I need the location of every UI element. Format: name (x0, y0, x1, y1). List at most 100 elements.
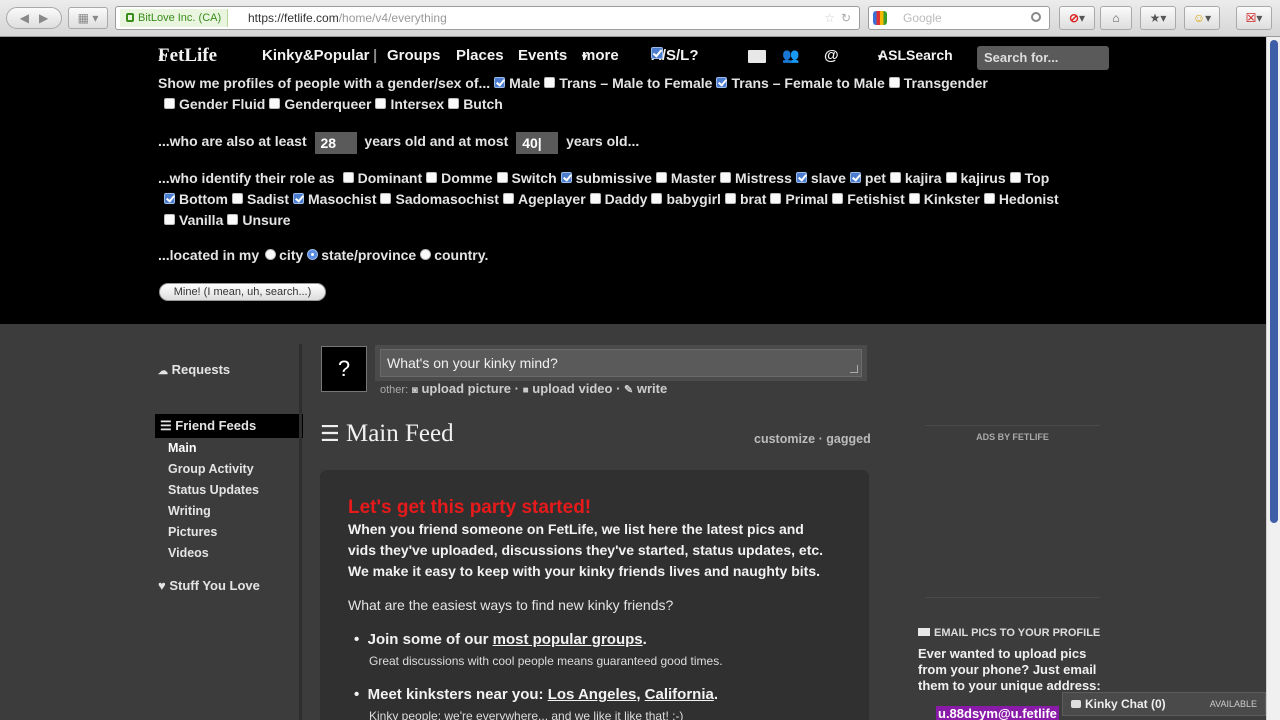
role-option-fetishist[interactable]: Fetishist (832, 191, 905, 207)
checkbox[interactable] (716, 77, 728, 88)
bookmark-star-icon[interactable]: ☆ (824, 7, 835, 29)
nav-places[interactable]: Places (456, 47, 504, 64)
chat-status[interactable]: AVAILABLE (1210, 699, 1257, 709)
role-option-master[interactable]: Master (655, 170, 716, 186)
browser-search-bar[interactable]: Google (868, 6, 1050, 30)
role-option-dominant[interactable]: Dominant (342, 170, 422, 186)
gender-option-butch[interactable]: Butch (448, 96, 503, 112)
checkbox[interactable] (227, 214, 239, 225)
checkbox[interactable] (375, 98, 387, 109)
nav-groups[interactable]: Groups (387, 47, 440, 64)
location-option-country[interactable]: country. (420, 247, 488, 263)
checkbox[interactable] (448, 98, 460, 109)
checkbox[interactable] (651, 193, 663, 204)
gender-option-male[interactable]: Male (494, 75, 540, 91)
checkbox[interactable] (832, 193, 844, 204)
radio-button[interactable] (307, 249, 319, 260)
nav-at[interactable]: @ (824, 47, 839, 64)
state-link[interactable]: California (645, 686, 714, 703)
checkbox[interactable] (544, 77, 556, 88)
certificate-badge[interactable]: BitLove Inc. (CA) (120, 9, 229, 27)
checkbox[interactable] (849, 172, 861, 183)
checkbox[interactable] (724, 193, 736, 204)
checkbox[interactable] (908, 193, 920, 204)
url-bar[interactable]: BitLove Inc. (CA) https://fetlife.com/ho… (115, 6, 860, 30)
popular-groups-link[interactable]: most popular groups (493, 631, 643, 648)
sidebar-item-videos[interactable]: Videos (168, 546, 209, 560)
nav-kinky-popular[interactable]: Kinky&Popular (262, 47, 370, 64)
adblock-button[interactable]: ⊘▾ (1059, 6, 1095, 30)
sidebar-item-pictures[interactable]: Pictures (168, 525, 217, 539)
upload-video-link[interactable]: upload video (532, 381, 612, 396)
checkbox[interactable] (502, 193, 514, 204)
sidebar-requests[interactable]: ☁ Requests (158, 362, 230, 377)
checkbox[interactable] (164, 214, 175, 225)
back-forward-buttons[interactable]: ◀ ▶ (6, 7, 62, 29)
role-option-bottom[interactable]: Bottom (164, 191, 228, 207)
kinky-chat-bar[interactable]: Kinky Chat (0) AVAILABLE (1062, 692, 1266, 716)
sidebar-item-main[interactable]: Main (168, 441, 196, 455)
role-option-masochist[interactable]: Masochist (293, 191, 376, 207)
checkbox[interactable] (426, 172, 438, 183)
checkbox[interactable] (770, 193, 782, 204)
checkbox[interactable] (589, 193, 601, 204)
role-option-unsure[interactable]: Unsure (227, 212, 291, 228)
mail-icon[interactable] (748, 50, 766, 63)
vertical-scrollbar[interactable] (1266, 37, 1280, 720)
tools-button[interactable]: ☒▾ (1236, 6, 1272, 30)
role-option-top[interactable]: Top (1009, 170, 1049, 186)
city-link[interactable]: Los Angeles (548, 686, 637, 703)
checkbox[interactable] (889, 172, 901, 183)
customize-link[interactable]: customize (754, 432, 815, 446)
role-option-slave[interactable]: slave (795, 170, 846, 186)
age-max-input[interactable]: 40| (516, 132, 559, 154)
resize-grip-icon[interactable] (850, 365, 858, 373)
checkbox[interactable] (560, 172, 572, 183)
avatar[interactable]: ? (321, 346, 367, 392)
site-search-input[interactable]: Search for... (977, 46, 1109, 70)
age-min-input[interactable]: 28 (314, 132, 357, 154)
url-text[interactable]: https://fetlife.com/home/v4/everything (248, 7, 447, 29)
role-option-sadist[interactable]: Sadist (232, 191, 289, 207)
gender-option-trans-male-to-female[interactable]: Trans – Male to Female (544, 75, 712, 91)
checkbox[interactable] (655, 172, 667, 183)
role-option-ageplayer[interactable]: Ageplayer (502, 191, 586, 207)
checkbox[interactable] (888, 77, 900, 88)
checkbox[interactable] (983, 193, 995, 204)
checkbox[interactable] (164, 98, 175, 109)
sidebar-item-writing[interactable]: Writing (168, 504, 211, 518)
role-option-kajirus[interactable]: kajirus (945, 170, 1006, 186)
sidebar-item-group-activity[interactable]: Group Activity (168, 462, 254, 476)
sidebar-item-status-updates[interactable]: Status Updates (168, 483, 259, 497)
tabs-menu-button[interactable]: ▦ ▾ (68, 7, 108, 29)
role-option-submissive[interactable]: submissive (560, 170, 652, 186)
role-option-pet[interactable]: pet (849, 170, 886, 186)
role-option-kinkster[interactable]: Kinkster (908, 191, 980, 207)
status-input[interactable]: What's on your kinky mind? (380, 349, 862, 377)
bookmarks-button[interactable]: ★▾ (1140, 6, 1176, 30)
role-option-domme[interactable]: Domme (426, 170, 493, 186)
site-logo[interactable]: FetLife ⌂ (158, 45, 217, 67)
location-option-city[interactable]: city (265, 247, 303, 263)
checkbox[interactable] (342, 172, 354, 183)
radio-button[interactable] (420, 249, 432, 260)
checkbox[interactable] (795, 172, 807, 183)
sidebar-friend-feeds[interactable]: ☰ Friend Feeds (155, 414, 303, 438)
scrollbar-thumb[interactable] (1270, 40, 1278, 523)
magnifier-icon[interactable] (1031, 12, 1041, 22)
checkbox[interactable] (945, 172, 957, 183)
asl-submit-button[interactable]: Mine! (I mean, uh, search...) (159, 283, 326, 301)
nav-asl-search[interactable]: ASLSearch ▾ (878, 47, 953, 63)
reload-icon[interactable]: ↻ (841, 7, 851, 29)
checkbox[interactable] (232, 193, 243, 204)
role-option-primal[interactable]: Primal (770, 191, 828, 207)
role-option-sadomasochist[interactable]: Sadomasochist (380, 191, 499, 207)
sidebar-stuff-you-love[interactable]: ♥ Stuff You Love (158, 578, 260, 593)
gender-option-intersex[interactable]: Intersex (375, 96, 444, 112)
radio-button[interactable] (265, 249, 277, 260)
friends-icon[interactable]: 👥 (782, 47, 799, 64)
checkbox[interactable] (293, 193, 305, 204)
role-option-mistress[interactable]: Mistress (720, 170, 792, 186)
greasemonkey-button[interactable]: ☺▾ (1184, 6, 1220, 30)
checkbox[interactable] (269, 98, 281, 109)
